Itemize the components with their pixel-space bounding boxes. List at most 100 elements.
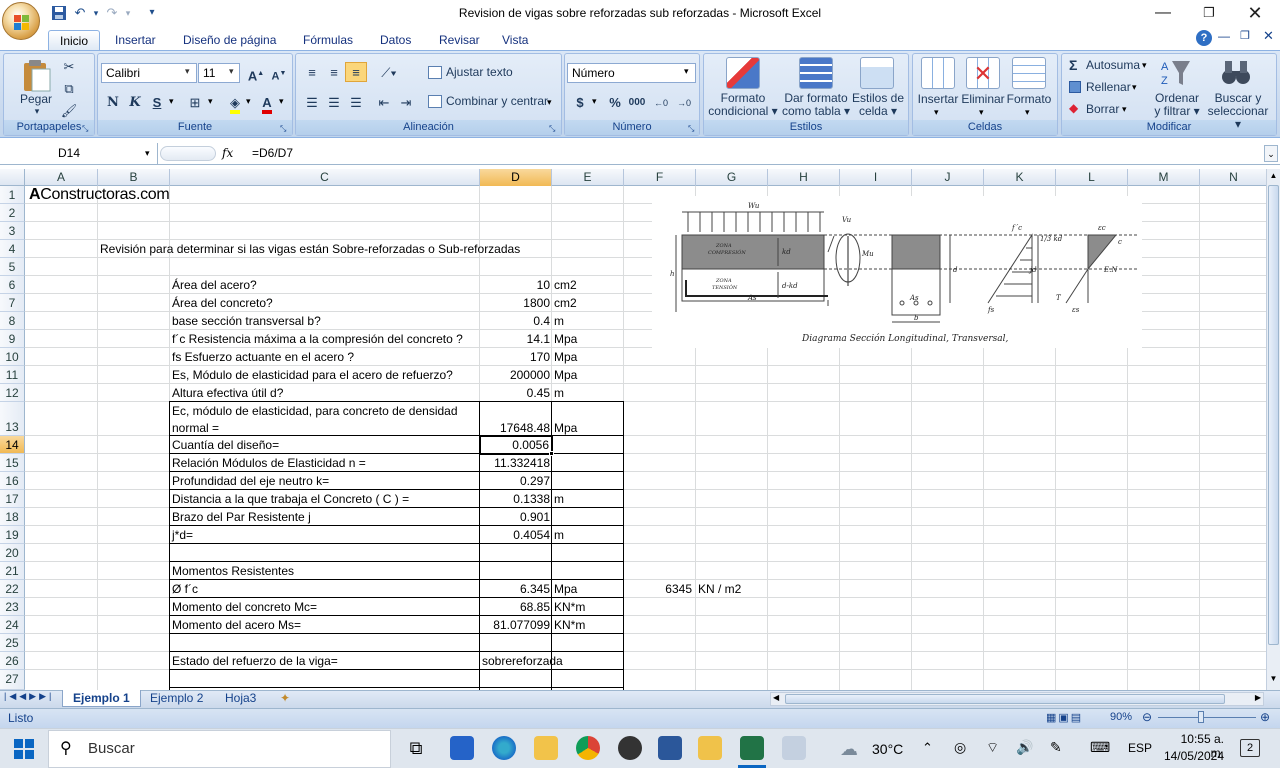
active-cell-selection[interactable] (479, 435, 553, 455)
select-all-corner[interactable] (0, 169, 25, 186)
beam-diagram[interactable]: Wu Vu Mu ZONA COMPRESIÓN ZONA TENSIÓN kd… (652, 196, 1142, 348)
underline-icon[interactable]: S (146, 92, 168, 112)
scroll-down-icon[interactable]: ▼ (1268, 674, 1279, 686)
minimize-icon[interactable]: — (1140, 0, 1186, 28)
sort-filter-button[interactable]: Ordenar y filtrar ▾ (1148, 92, 1206, 118)
row-header[interactable]: 2 (0, 204, 25, 222)
row-header[interactable]: 19 (0, 526, 25, 544)
font-color-icon[interactable]: A (256, 92, 278, 114)
zoom-slider[interactable] (1158, 717, 1256, 718)
scroll-left-icon[interactable]: ◀ (773, 693, 779, 702)
column-header-m[interactable]: M (1128, 169, 1200, 186)
close-icon[interactable]: ✕ (1232, 0, 1278, 28)
pen-icon[interactable]: ✎ (1050, 739, 1062, 756)
scroll-thumb[interactable] (1268, 185, 1279, 645)
font-name-box[interactable]: Calibri (101, 63, 197, 83)
currency-dropdown-icon[interactable]: ▾ (592, 96, 597, 107)
font-color-dropdown-icon[interactable]: ▾ (279, 96, 284, 107)
row-header[interactable]: 16 (0, 472, 25, 490)
row-header[interactable]: 13 (0, 402, 25, 436)
new-sheet-icon[interactable]: ✦ (270, 690, 300, 707)
estado-value[interactable]: sobrereforzada (482, 652, 563, 670)
scroll-right-icon[interactable]: ▶ (1255, 693, 1261, 702)
moment-value[interactable]: 81.077099 (480, 616, 550, 634)
zoom-out-icon[interactable]: ⊖ (1142, 710, 1152, 724)
align-left-icon[interactable]: ☰ (301, 92, 323, 112)
thousands-icon[interactable]: 000 (626, 92, 648, 112)
media-player-icon[interactable] (618, 736, 642, 760)
format-dropdown-icon[interactable]: ▾ (1025, 107, 1030, 118)
row-header[interactable]: 6 (0, 276, 25, 294)
fill-color-icon[interactable]: ◈ (224, 92, 246, 114)
column-header-h[interactable]: H (768, 169, 840, 186)
copy-icon[interactable]: ⧉ (58, 78, 80, 98)
row-header[interactable]: 23 (0, 598, 25, 616)
row-header[interactable]: 3 (0, 222, 25, 240)
align-center-icon[interactable]: ☰ (323, 92, 345, 112)
column-header-c[interactable]: C (170, 169, 480, 186)
row-header[interactable]: 14 (0, 436, 25, 454)
wrap-text-button[interactable]: Ajustar texto (446, 65, 513, 79)
moment-value[interactable]: 68.85 (480, 598, 550, 616)
keyboard-icon[interactable]: ⌨ (1090, 739, 1110, 756)
notifications-icon[interactable]: 2 (1240, 739, 1260, 757)
row-header[interactable]: 4 (0, 240, 25, 258)
ribbon-restore-icon[interactable]: ❐ (1240, 29, 1250, 42)
row-header[interactable]: 26 (0, 652, 25, 670)
fill-button[interactable]: Rellenar (1086, 80, 1131, 94)
insert-cells-button[interactable]: Insertar (914, 92, 962, 106)
conditional-format-button[interactable]: Formato condicional ▾ (706, 92, 780, 118)
column-header-a[interactable]: A (25, 169, 98, 186)
bold-icon[interactable]: N (102, 92, 124, 112)
tab-diseno-de-pagina[interactable]: Diseño de página (172, 30, 287, 50)
alignment-launcher-icon[interactable]: ⤡ (549, 124, 555, 134)
result-value[interactable]: 0.297 (480, 472, 550, 490)
grow-font-icon[interactable]: A▲ (245, 63, 267, 83)
paste-icon[interactable] (20, 57, 52, 93)
taskbar-language[interactable]: ESP (1128, 741, 1152, 755)
cell-styles-button[interactable]: Estilos de celda ▾ (850, 92, 906, 118)
row-header[interactable]: 20 (0, 544, 25, 562)
horizontal-scrollbar[interactable]: ◀ ▶ (770, 692, 1264, 706)
formula-bar-resize-handle[interactable] (160, 146, 216, 161)
name-box[interactable]: D14 (0, 143, 158, 164)
shrink-font-icon[interactable]: A▼ (268, 63, 290, 83)
paint-icon[interactable] (782, 736, 806, 760)
result-value[interactable]: 0.1338 (480, 490, 550, 508)
input-value[interactable]: 0.45 (480, 384, 550, 402)
align-right-icon[interactable]: ☰ (345, 92, 367, 112)
volume-icon[interactable]: 🔊 (1016, 739, 1033, 756)
column-header-g[interactable]: G (696, 169, 768, 186)
find-select-button[interactable]: Buscar y seleccionar ▾ (1204, 92, 1272, 131)
zoom-in-icon[interactable]: ⊕ (1260, 710, 1270, 724)
row-header[interactable]: 18 (0, 508, 25, 526)
zoom-slider-thumb[interactable] (1198, 711, 1204, 723)
number-format-box[interactable]: Número (567, 63, 696, 83)
format-cells-button[interactable]: Formato (1005, 92, 1053, 106)
font-name-dropdown-icon[interactable]: ▾ (185, 66, 190, 77)
font-size-dropdown-icon[interactable]: ▾ (229, 66, 234, 77)
clipboard-launcher-icon[interactable]: ⤡ (82, 124, 88, 134)
paste-button[interactable]: Pegar (14, 92, 58, 106)
chevron-up-icon[interactable]: ⌃ (922, 740, 933, 756)
result-value[interactable]: 11.332418 (480, 454, 550, 472)
file-explorer-icon[interactable] (534, 736, 558, 760)
column-header-d[interactable]: D (480, 169, 552, 186)
autosum-dropdown-icon[interactable]: ▾ (1142, 60, 1147, 71)
edge-icon[interactable] (492, 736, 516, 760)
column-header-k[interactable]: K (984, 169, 1056, 186)
percent-icon[interactable]: % (604, 92, 626, 112)
h-scroll-thumb[interactable] (785, 694, 1225, 704)
row-header[interactable]: 8 (0, 312, 25, 330)
align-middle-icon[interactable]: ≡ (323, 62, 345, 82)
formula-input[interactable]: =D6/D7 (252, 146, 293, 160)
underline-dropdown-icon[interactable]: ▾ (169, 96, 174, 107)
row-header[interactable]: 15 (0, 454, 25, 472)
sheet-tab-ejemplo-2[interactable]: Ejemplo 2 (140, 690, 213, 707)
input-value[interactable]: 1800 (480, 294, 550, 312)
row-header[interactable]: 25 (0, 634, 25, 652)
outlook-icon[interactable] (698, 736, 722, 760)
row-header[interactable]: 24 (0, 616, 25, 634)
number-format-dropdown-icon[interactable]: ▾ (684, 66, 689, 77)
row-header[interactable]: 17 (0, 490, 25, 508)
